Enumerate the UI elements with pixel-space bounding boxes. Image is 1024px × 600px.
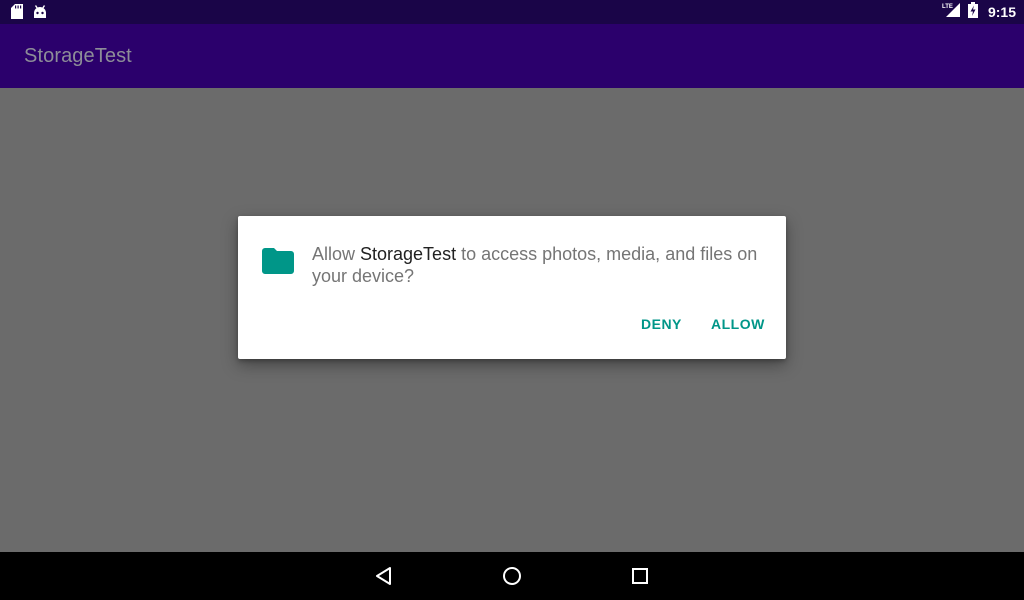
back-icon[interactable] xyxy=(372,564,396,588)
signal-icon: LTE xyxy=(942,2,962,23)
deny-button[interactable]: DENY xyxy=(641,316,682,332)
folder-icon xyxy=(262,248,294,274)
permission-dialog: Allow StorageTest to access photos, medi… xyxy=(238,216,786,359)
sd-card-icon xyxy=(11,4,23,24)
app-bar: StorageTest xyxy=(0,24,1024,88)
message-prefix: Allow xyxy=(312,244,361,264)
app-title: StorageTest xyxy=(24,45,132,67)
message-app-name: StorageTest xyxy=(360,244,457,264)
recents-icon[interactable] xyxy=(628,564,652,588)
status-system: LTE 9:15 xyxy=(942,0,1016,24)
lte-label: LTE xyxy=(942,4,953,10)
android-icon xyxy=(33,4,47,24)
battery-charging-icon xyxy=(967,1,978,23)
status-notifications xyxy=(11,4,47,24)
permission-message: Allow StorageTest to access photos, medi… xyxy=(312,243,762,287)
screen: LTE 9:15 StorageTest Allow StorageTest t… xyxy=(0,0,1024,600)
allow-button[interactable]: ALLOW xyxy=(711,316,765,332)
clock: 9:15 xyxy=(987,4,1016,20)
status-bar: LTE 9:15 xyxy=(0,0,1024,24)
navigation-bar xyxy=(0,552,1024,600)
home-icon[interactable] xyxy=(500,564,524,588)
